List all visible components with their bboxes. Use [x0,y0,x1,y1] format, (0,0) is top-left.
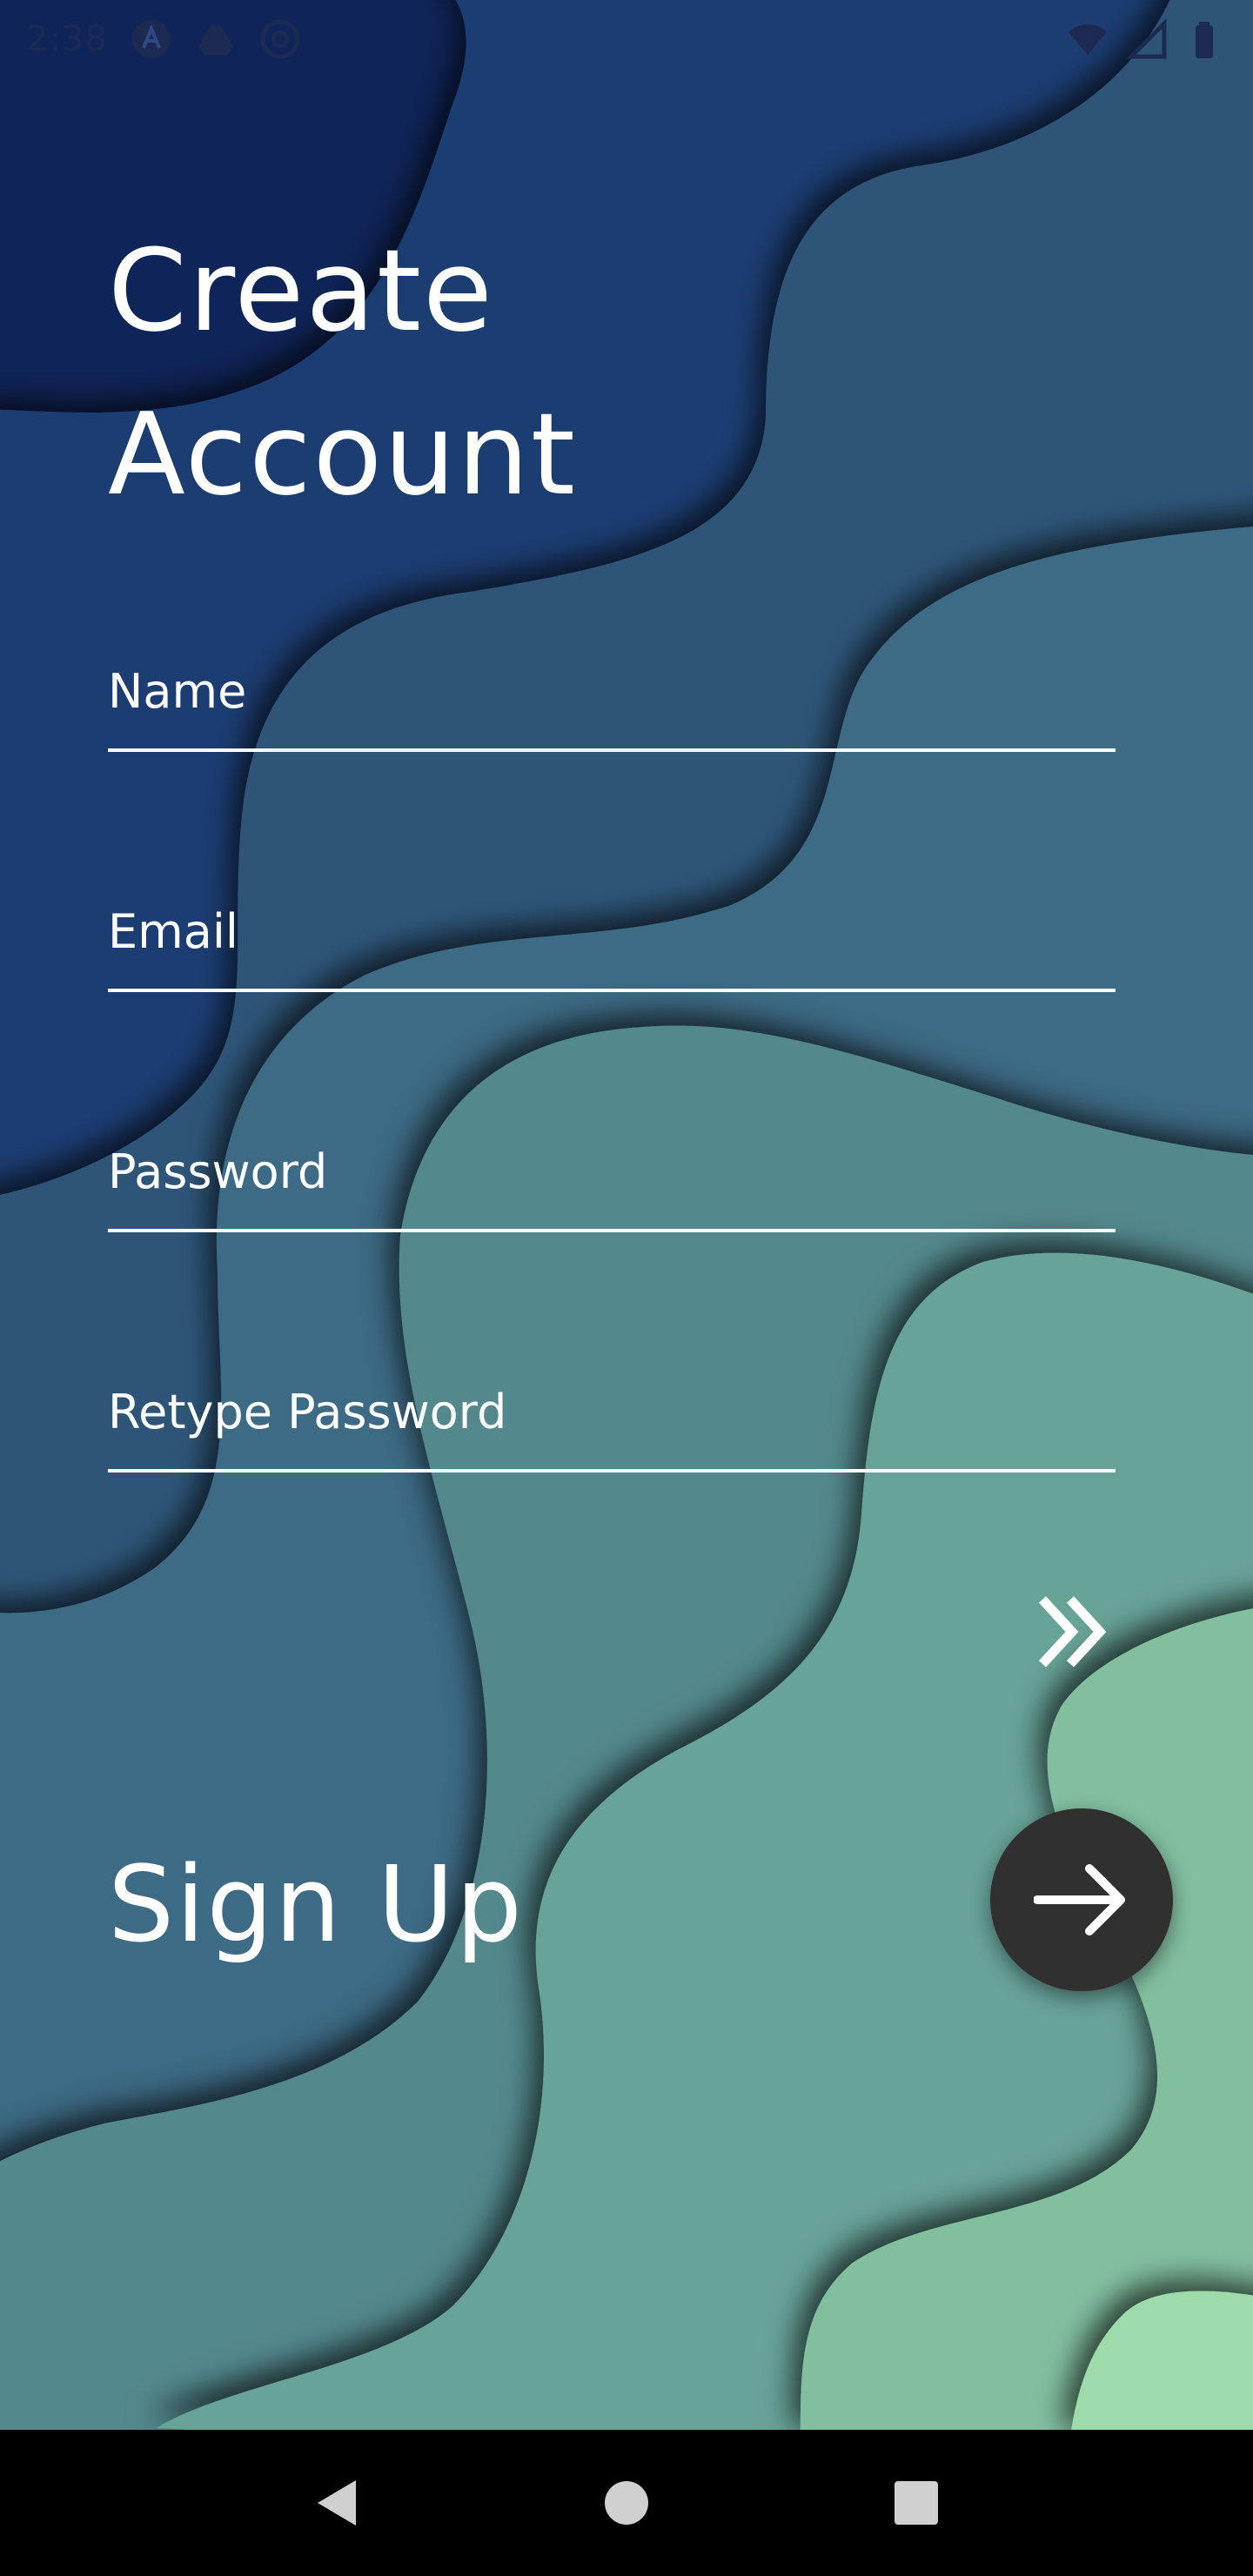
name-field [108,647,1116,752]
recents-square-icon [895,2481,939,2525]
nav-back-button[interactable] [306,2472,367,2533]
nav-home-button[interactable] [596,2472,657,2533]
email-input[interactable] [108,904,1116,959]
name-input[interactable] [108,664,1116,719]
sign-up-submit-button[interactable] [990,1808,1173,1991]
home-circle-icon [604,2481,648,2525]
nav-recents-button[interactable] [886,2472,947,2533]
password-field [108,1128,1116,1232]
retype-password-input[interactable] [108,1385,1116,1439]
status-bar-right [1067,18,1227,60]
skip-button[interactable] [1030,1593,1117,1671]
email-field [108,888,1116,992]
arrow-right-icon [1034,1864,1125,1935]
password-input[interactable] [108,1144,1116,1199]
cellular-signal-icon [1126,18,1167,59]
title-line-1: Create [108,225,494,357]
at-sign-icon [260,19,300,59]
status-bar: 2:38 [0,0,1253,78]
status-bar-left: 2:38 [26,18,301,60]
drive-icon [198,25,233,55]
sign-up-label: Sign Up [108,1845,524,1966]
double-chevron-right-icon [1038,1596,1107,1667]
back-triangle-icon [317,2480,356,2526]
status-time: 2:38 [26,19,108,59]
retype-password-field [108,1368,1116,1472]
title-line-2: Account [108,388,577,520]
wifi-icon [1069,24,1107,55]
app-a-icon [131,20,171,58]
battery-icon [1196,22,1213,58]
page-title: Create Account [108,209,577,536]
create-account-screen: 2:38 Create Account Name Email Sign Up [0,0,1253,2576]
system-nav-bar [0,2430,1253,2576]
